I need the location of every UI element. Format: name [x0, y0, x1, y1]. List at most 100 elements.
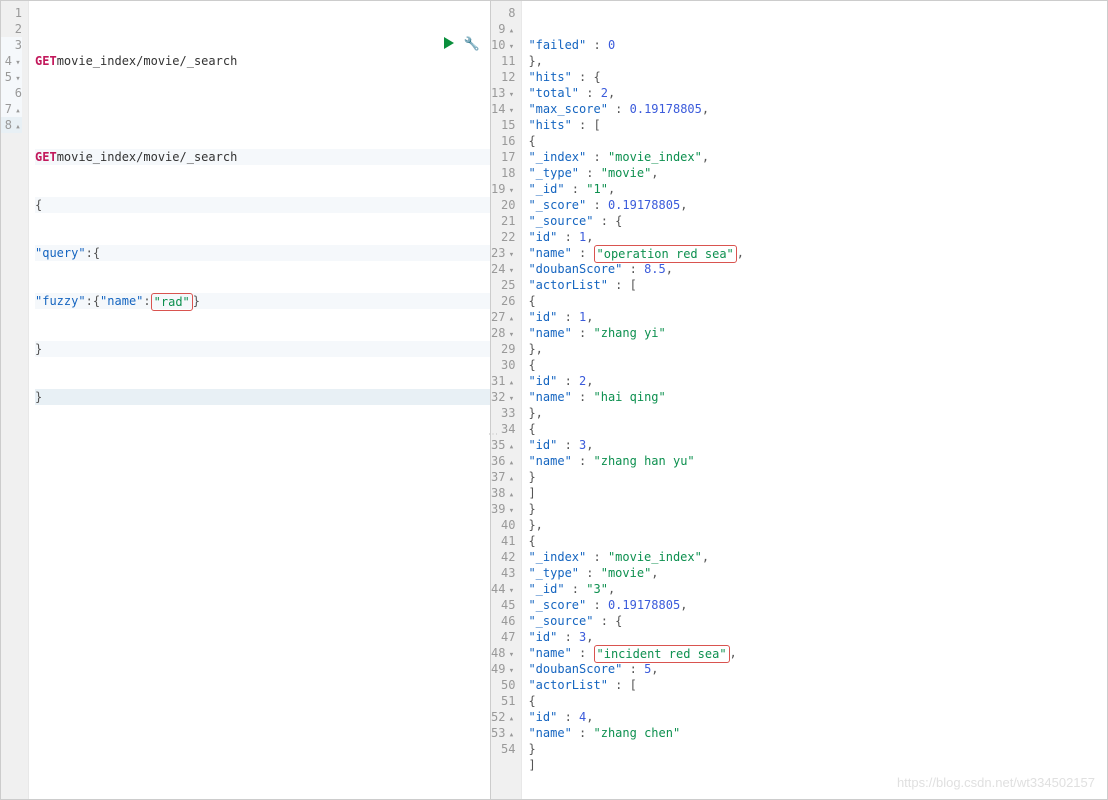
fold-toggle-icon[interactable]: ▴: [14, 119, 22, 135]
line-number: 53▴: [491, 725, 515, 741]
code-line[interactable]: ]: [528, 757, 1107, 773]
line-number: 23▾: [491, 245, 515, 261]
response-code-area[interactable]: "failed" : 0 }, "hits" : { "total" : 2, …: [522, 1, 1107, 799]
left-gutter: 1 2 3 4▾ 5▾ 6 7▴ 8▴: [1, 1, 29, 799]
code-line[interactable]: },: [528, 53, 1107, 69]
code-line[interactable]: "_id" : "3",: [528, 581, 1107, 597]
line-number: 27▴: [491, 309, 515, 325]
code-line[interactable]: "_id" : "1",: [528, 181, 1107, 197]
http-method: GET: [35, 149, 57, 165]
code-line[interactable]: "id" : 3,: [528, 629, 1107, 645]
code-line[interactable]: "actorList" : [: [528, 277, 1107, 293]
code-line[interactable]: }: [35, 341, 490, 357]
line-number: 54: [491, 741, 515, 757]
wrench-icon[interactable]: 🔧: [464, 37, 480, 53]
code-line[interactable]: "id" : 1,: [528, 229, 1107, 245]
pane-resize-handle[interactable]: ⋮: [487, 429, 498, 438]
line-number: 45: [491, 597, 515, 613]
line-number: 43: [491, 565, 515, 581]
line-number: 22: [491, 229, 515, 245]
code-line[interactable]: "name" : "zhang han yu": [528, 453, 1107, 469]
code-line[interactable]: "_type" : "movie",: [528, 565, 1107, 581]
code-line[interactable]: "max_score" : 0.19178805,: [528, 101, 1107, 117]
code-line[interactable]: "name" : "zhang yi": [528, 325, 1107, 341]
code-line[interactable]: "name" : "hai qing": [528, 389, 1107, 405]
request-code-area[interactable]: 🔧 GET movie_index/movie/_search GET movi…: [29, 1, 490, 799]
code-line[interactable]: "_score" : 0.19178805,: [528, 597, 1107, 613]
code-line[interactable]: GET movie_index/movie/_search: [35, 149, 490, 165]
code-line[interactable]: "id" : 4,: [528, 709, 1107, 725]
code-line[interactable]: "query":{: [35, 245, 490, 261]
code-line[interactable]: "_source" : {: [528, 213, 1107, 229]
highlighted-value: "rad": [151, 293, 193, 311]
code-line[interactable]: "id" : 2,: [528, 373, 1107, 389]
code-line[interactable]: {: [528, 421, 1107, 437]
line-number: 31▴: [491, 373, 515, 389]
line-number: 8▴: [1, 117, 22, 133]
code-line[interactable]: "_type" : "movie",: [528, 165, 1107, 181]
run-request-icon[interactable]: [444, 37, 454, 49]
line-number: 28▾: [491, 325, 515, 341]
code-line[interactable]: },: [528, 405, 1107, 421]
line-number: 14▾: [491, 101, 515, 117]
request-editor-pane: 1 2 3 4▾ 5▾ 6 7▴ 8▴ 🔧 GET movie_index/mo…: [1, 1, 491, 799]
code-line[interactable]: "_score" : 0.19178805,: [528, 197, 1107, 213]
code-line[interactable]: {: [528, 533, 1107, 549]
line-number: 16: [491, 133, 515, 149]
code-line[interactable]: }: [528, 469, 1107, 485]
right-gutter: 89▴10▾111213▾14▾1516171819▾20212223▾24▾2…: [491, 1, 522, 799]
code-line[interactable]: "name" : "operation red sea",: [528, 245, 1107, 261]
code-line[interactable]: },: [528, 341, 1107, 357]
line-number: 8: [491, 5, 515, 21]
code-line[interactable]: "actorList" : [: [528, 677, 1107, 693]
line-number: 26: [491, 293, 515, 309]
code-line[interactable]: "id" : 1,: [528, 309, 1107, 325]
line-number: 46: [491, 613, 515, 629]
code-line[interactable]: "doubanScore" : 5,: [528, 661, 1107, 677]
code-line[interactable]: "hits" : {: [528, 69, 1107, 85]
code-line[interactable]: "_index" : "movie_index",: [528, 549, 1107, 565]
line-number: 19▾: [491, 181, 515, 197]
watermark-text: https://blog.csdn.net/wt334502157: [897, 775, 1095, 791]
code-line[interactable]: ]: [528, 485, 1107, 501]
code-line[interactable]: {: [35, 197, 490, 213]
line-number: 5▾: [1, 69, 22, 85]
line-number: 41: [491, 533, 515, 549]
code-line[interactable]: }: [528, 501, 1107, 517]
code-line[interactable]: }: [35, 389, 490, 405]
code-line[interactable]: },: [528, 517, 1107, 533]
line-number: 48▾: [491, 645, 515, 661]
code-line[interactable]: "doubanScore" : 8.5,: [528, 261, 1107, 277]
code-line[interactable]: GET movie_index/movie/_search: [35, 53, 490, 69]
line-number: 42: [491, 549, 515, 565]
line-number: 1: [1, 5, 22, 21]
code-line[interactable]: "hits" : [: [528, 117, 1107, 133]
line-number: 40: [491, 517, 515, 533]
line-number: 44▾: [491, 581, 515, 597]
code-line[interactable]: "total" : 2,: [528, 85, 1107, 101]
line-number: 49▾: [491, 661, 515, 677]
line-number: 29: [491, 341, 515, 357]
code-line[interactable]: "name" : "incident red sea",: [528, 645, 1107, 661]
line-number: 3: [1, 37, 22, 53]
line-number: 32▾: [491, 389, 515, 405]
line-number: 11: [491, 53, 515, 69]
code-line[interactable]: "_index" : "movie_index",: [528, 149, 1107, 165]
code-line[interactable]: }: [528, 741, 1107, 757]
code-line[interactable]: {: [528, 693, 1107, 709]
code-line[interactable]: {: [528, 133, 1107, 149]
code-line[interactable]: "fuzzy": {"name":"rad"}: [35, 293, 490, 309]
code-line[interactable]: {: [528, 357, 1107, 373]
code-line[interactable]: "id" : 3,: [528, 437, 1107, 453]
editor-split-view: 1 2 3 4▾ 5▾ 6 7▴ 8▴ 🔧 GET movie_index/mo…: [0, 0, 1108, 800]
line-number: 25: [491, 277, 515, 293]
line-number: 21: [491, 213, 515, 229]
code-line[interactable]: "_source" : {: [528, 613, 1107, 629]
code-line[interactable]: "failed" : 0: [528, 37, 1107, 53]
line-number: 18: [491, 165, 515, 181]
code-line[interactable]: {: [528, 293, 1107, 309]
line-number: 13▾: [491, 85, 515, 101]
line-number: 39▾: [491, 501, 515, 517]
code-line[interactable]: [35, 101, 490, 117]
code-line[interactable]: "name" : "zhang chen": [528, 725, 1107, 741]
